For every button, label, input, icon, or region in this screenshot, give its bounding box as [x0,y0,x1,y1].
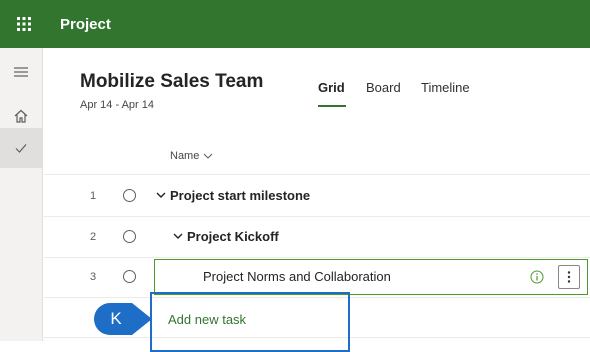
task-title[interactable]: Project start milestone [170,176,310,216]
left-rail [0,48,43,341]
complete-task-checkbox[interactable] [123,230,136,243]
table-row[interactable]: 3 Project Norms and Collaboration [42,257,590,297]
chevron-down-icon [203,153,213,159]
app-launcher-icon[interactable] [0,0,48,48]
chevron-down-icon[interactable] [173,232,183,240]
tab-timeline[interactable]: Timeline [421,80,470,95]
tab-grid[interactable]: Grid [318,80,345,95]
plan-dates: Apr 14 - Apr 14 [80,99,154,111]
task-title[interactable]: Project Kickoff [187,217,279,257]
table-row[interactable]: 2 Project Kickoff [42,217,590,257]
row-number: 3 [89,271,97,283]
task-title[interactable]: Project Norms and Collaboration [203,257,391,297]
app-title: Project [60,15,111,33]
add-new-task-button[interactable]: Add new task [168,312,246,327]
more-vertical-icon [567,271,571,283]
more-options-button[interactable] [558,265,580,289]
callout-label: K [110,309,122,328]
tab-board[interactable]: Board [366,80,401,95]
check-icon[interactable] [0,128,42,168]
chevron-down-icon[interactable] [156,191,166,199]
info-icon[interactable] [530,270,544,284]
complete-task-checkbox[interactable] [123,189,136,202]
plan-title: Mobilize Sales Team [80,71,264,92]
name-column-label: Name [170,150,200,162]
row-number: 1 [89,190,97,202]
table-row[interactable]: 1 Project start milestone [42,176,590,216]
divider [42,174,590,175]
active-tab-indicator [318,105,346,107]
complete-task-checkbox[interactable] [123,270,136,283]
top-bar: Project [0,0,590,48]
menu-icon[interactable] [0,52,42,92]
name-column-header[interactable]: Name [170,150,213,162]
row-number: 2 [89,231,97,243]
